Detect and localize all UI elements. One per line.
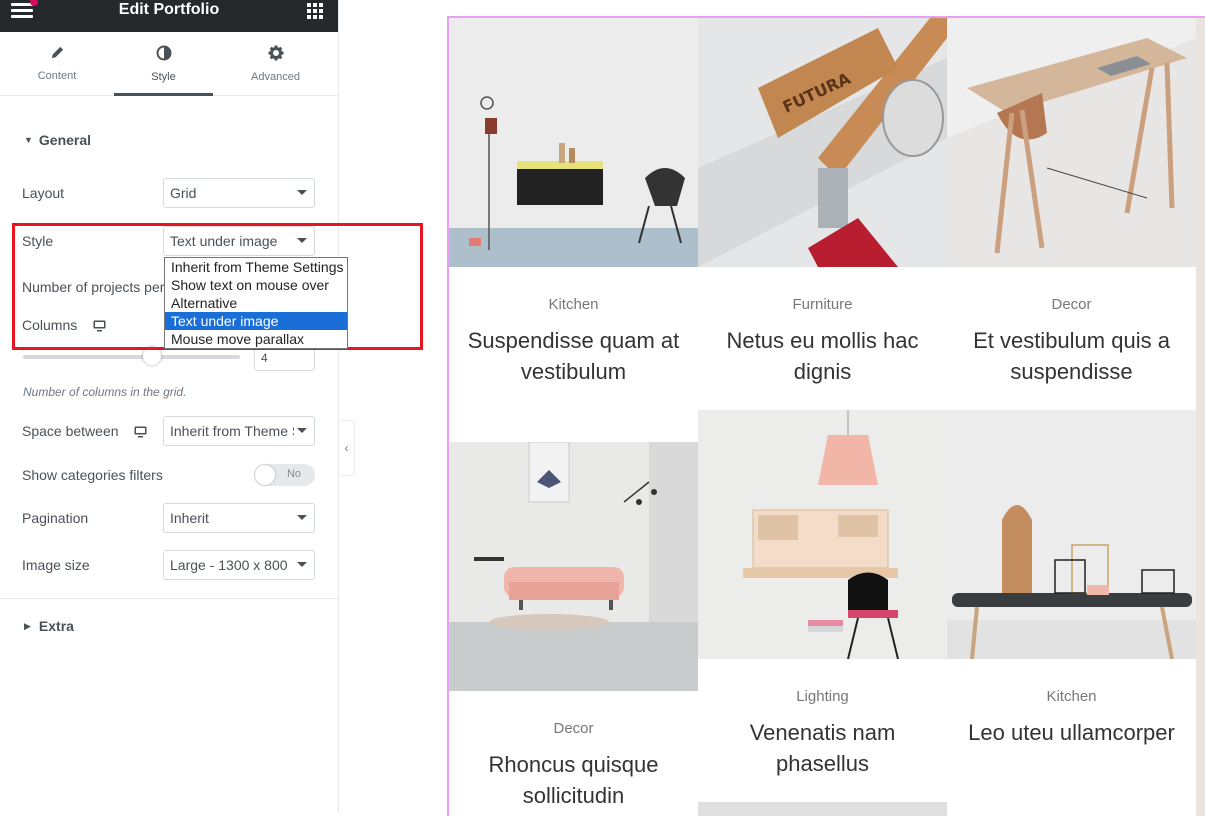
tab-content[interactable]: Content: [0, 32, 114, 95]
layout-select[interactable]: Grid: [163, 178, 315, 208]
portfolio-item[interactable]: Kitchen Leo uteu ullamcorper: [947, 410, 1196, 810]
portfolio-title[interactable]: Suspendisse quam at vestibulum: [464, 325, 683, 387]
editor-panel: Edit Portfolio Content Style Advanced ▼ G…: [0, 0, 339, 813]
portfolio-image-wall-desk: [698, 410, 947, 659]
chevron-down-icon: [297, 515, 307, 520]
show-filters-label: Show categories filters: [22, 467, 163, 483]
panel-tabs: Content Style Advanced: [0, 32, 338, 96]
chevron-down-icon: [297, 190, 307, 195]
portfolio-item[interactable]: Decor Et vestibulum quis a suspendisse: [947, 18, 1196, 410]
editor-topbar: Edit Portfolio: [0, 0, 338, 32]
portfolio-image-bicycle-handle: FUTURA: [698, 18, 947, 267]
tab-content-label: Content: [37, 70, 77, 82]
style-option-alternative[interactable]: Alternative: [165, 294, 347, 312]
show-filters-switch[interactable]: No: [254, 464, 315, 486]
pencil-icon: [50, 45, 65, 64]
switch-state-label: No: [286, 468, 301, 480]
caret-right-icon: ▶: [24, 621, 31, 631]
portfolio-title[interactable]: Venenatis nam phasellus: [713, 717, 932, 779]
collapse-panel-button[interactable]: ‹: [339, 420, 355, 476]
space-between-label: Space between: [22, 423, 147, 441]
section-divider: [0, 598, 338, 599]
tab-advanced[interactable]: Advanced: [213, 32, 338, 95]
style-option-parallax[interactable]: Mouse move parallax: [165, 330, 347, 348]
pagination-select[interactable]: Inherit: [163, 503, 315, 533]
pagination-label: Pagination: [22, 510, 89, 526]
portfolio-item[interactable]: FUTURA Furniture Netus eu mollis hac dig…: [698, 18, 947, 410]
style-option-inherit[interactable]: Inherit from Theme Settings: [165, 258, 347, 276]
style-dropdown-list: Inherit from Theme Settings Show text on…: [164, 257, 348, 349]
portfolio-item[interactable]: Decor Rhoncus quisque sollicitudin: [449, 442, 698, 816]
layout-label: Layout: [22, 185, 65, 201]
space-between-label-text: Space between: [22, 423, 119, 439]
portfolio-title[interactable]: Et vestibulum quis a suspendisse: [962, 325, 1181, 387]
section-general-toggle[interactable]: ▼ General: [0, 96, 338, 184]
next-row-edge: [698, 802, 947, 816]
portfolio-title[interactable]: Netus eu mollis hac dignis: [713, 325, 932, 387]
chevron-left-icon: ‹: [344, 441, 349, 455]
panel-title: Edit Portfolio: [118, 1, 220, 18]
switch-knob: [255, 465, 275, 485]
desktop-icon[interactable]: [134, 425, 147, 441]
chevron-down-icon: [297, 562, 307, 567]
portfolio-category: Kitchen: [548, 296, 599, 313]
portfolio-category: Decor: [553, 720, 594, 737]
columns-help-text: Number of columns in the grid.: [23, 385, 187, 399]
section-extra-title: Extra: [38, 618, 74, 634]
portfolio-category: Lighting: [796, 688, 849, 705]
columns-slider-track[interactable]: [23, 355, 240, 359]
contrast-icon: [156, 45, 172, 65]
tab-advanced-label: Advanced: [251, 70, 300, 83]
next-column-edge: [1196, 18, 1205, 816]
layout-select-value: Grid: [170, 185, 197, 201]
image-size-select[interactable]: Large - 1300 x 800: [163, 550, 315, 580]
section-extra-toggle[interactable]: ▶ Extra: [24, 618, 74, 634]
caret-down-icon: ▼: [24, 135, 33, 145]
space-between-select[interactable]: Inherit from Theme S: [163, 416, 315, 446]
pagination-value: Inherit: [170, 510, 209, 526]
space-between-value: Inherit from Theme S: [170, 423, 294, 439]
portfolio-item[interactable]: Kitchen Suspendisse quam at vestibulum: [449, 18, 698, 410]
section-general-title: General: [38, 132, 92, 148]
image-size-value: Large - 1300 x 800: [170, 557, 288, 573]
chevron-down-icon: [297, 428, 307, 433]
portfolio-category: Decor: [1051, 296, 1092, 313]
gear-icon: [268, 45, 284, 65]
portfolio-item[interactable]: Lighting Venenatis nam phasellus: [698, 410, 947, 810]
tab-style-label: Style: [151, 70, 176, 83]
widgets-grid-icon[interactable]: [307, 3, 323, 19]
portfolio-preview: Kitchen Suspendisse quam at vestibulum F…: [447, 16, 1205, 816]
portfolio-image-kitchen-shelf: [449, 18, 698, 267]
tab-style[interactable]: Style: [114, 32, 213, 96]
style-option-text-under-image[interactable]: Text under image: [165, 312, 347, 330]
portfolio-category: Kitchen: [1046, 688, 1097, 705]
image-size-label: Image size: [22, 557, 90, 573]
portfolio-image-console-table: [947, 410, 1196, 659]
portfolio-category: Furniture: [792, 296, 853, 313]
style-option-show-text[interactable]: Show text on mouse over: [165, 276, 347, 294]
portfolio-title[interactable]: Rhoncus quisque sollicitudin: [464, 749, 683, 811]
portfolio-title[interactable]: Leo uteu ullamcorper: [962, 717, 1181, 748]
portfolio-image-pink-sofa: [449, 442, 698, 691]
portfolio-image-desk-laptop: [947, 18, 1196, 267]
